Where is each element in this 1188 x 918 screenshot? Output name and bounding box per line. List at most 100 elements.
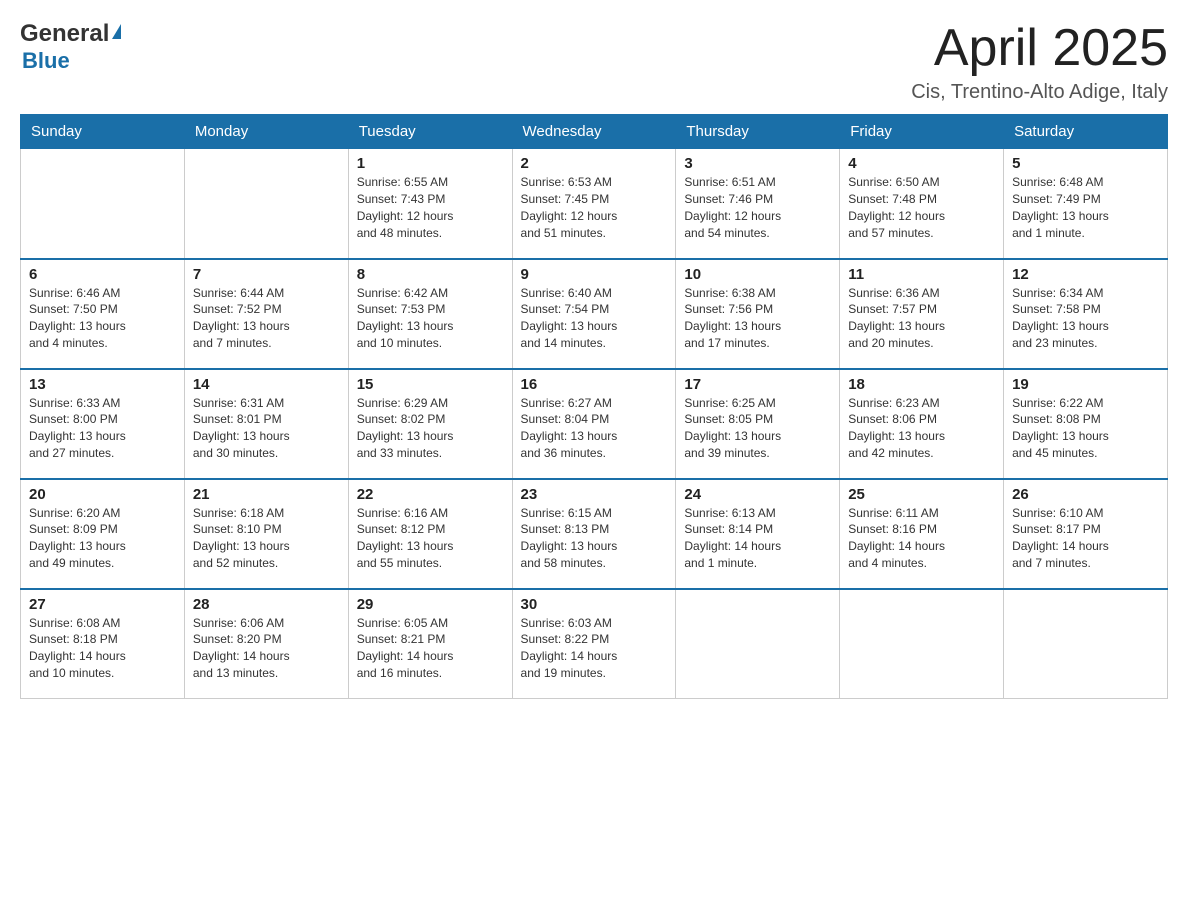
day-info: Sunrise: 6:25 AM Sunset: 8:05 PM Dayligh… <box>684 395 831 462</box>
day-number: 5 <box>1012 155 1159 172</box>
table-row: 28 Sunrise: 6:06 AM Sunset: 8:20 PM Dayli… <box>184 589 348 699</box>
location-title: Cis, Trentino-Alto Adige, Italy <box>911 81 1168 104</box>
week-row-4: 20 Sunrise: 6:20 AM Sunset: 8:09 PM Dayli… <box>21 479 1168 589</box>
day-number: 28 <box>193 596 340 613</box>
day-number: 11 <box>848 266 995 283</box>
day-number: 22 <box>357 486 504 503</box>
day-info: Sunrise: 6:31 AM Sunset: 8:01 PM Dayligh… <box>193 395 340 462</box>
week-row-5: 27 Sunrise: 6:08 AM Sunset: 8:18 PM Dayli… <box>21 589 1168 699</box>
table-row: 26 Sunrise: 6:10 AM Sunset: 8:17 PM Dayli… <box>1004 479 1168 589</box>
day-number: 9 <box>521 266 668 283</box>
page-header: General Blue April 2025 Cis, Trentino-Al… <box>20 20 1168 104</box>
table-row: 10 Sunrise: 6:38 AM Sunset: 7:56 PM Dayli… <box>676 259 840 369</box>
title-section: April 2025 Cis, Trentino-Alto Adige, Ita… <box>911 20 1168 104</box>
table-row: 27 Sunrise: 6:08 AM Sunset: 8:18 PM Dayli… <box>21 589 185 699</box>
table-row: 15Sunrise: 6:29 AM Sunset: 8:02 PM Dayli… <box>348 369 512 479</box>
month-title: April 2025 <box>911 20 1168 77</box>
day-info: Sunrise: 6:05 AM Sunset: 8:21 PM Dayligh… <box>357 615 504 682</box>
table-row: 6Sunrise: 6:46 AM Sunset: 7:50 PM Daylig… <box>21 259 185 369</box>
calendar-header: SundayMondayTuesdayWednesdayThursdayFrid… <box>21 115 1168 149</box>
day-info: Sunrise: 6:20 AM Sunset: 8:09 PM Dayligh… <box>29 505 176 572</box>
week-row-2: 6Sunrise: 6:46 AM Sunset: 7:50 PM Daylig… <box>21 259 1168 369</box>
logo-blue-text: Blue <box>22 48 121 74</box>
header-monday: Monday <box>184 115 348 149</box>
table-row: 2Sunrise: 6:53 AM Sunset: 7:45 PM Daylig… <box>512 149 676 259</box>
day-info: Sunrise: 6:11 AM Sunset: 8:16 PM Dayligh… <box>848 505 995 572</box>
day-number: 21 <box>193 486 340 503</box>
table-row: 4 Sunrise: 6:50 AM Sunset: 7:48 PM Daylig… <box>840 149 1004 259</box>
table-row: 5 Sunrise: 6:48 AM Sunset: 7:49 PM Daylig… <box>1004 149 1168 259</box>
day-info: Sunrise: 6:38 AM Sunset: 7:56 PM Dayligh… <box>684 285 831 352</box>
day-number: 1 <box>357 155 504 172</box>
day-number: 19 <box>1012 376 1159 393</box>
day-number: 7 <box>193 266 340 283</box>
table-row: 3 Sunrise: 6:51 AM Sunset: 7:46 PM Daylig… <box>676 149 840 259</box>
day-info: Sunrise: 6:27 AM Sunset: 8:04 PM Dayligh… <box>521 395 668 462</box>
day-number: 14 <box>193 376 340 393</box>
day-number: 27 <box>29 596 176 613</box>
day-number: 30 <box>521 596 668 613</box>
table-row: 18 Sunrise: 6:23 AM Sunset: 8:06 PM Dayli… <box>840 369 1004 479</box>
table-row: 21 Sunrise: 6:18 AM Sunset: 8:10 PM Dayli… <box>184 479 348 589</box>
day-info: Sunrise: 6:36 AM Sunset: 7:57 PM Dayligh… <box>848 285 995 352</box>
day-number: 25 <box>848 486 995 503</box>
day-info: Sunrise: 6:53 AM Sunset: 7:45 PM Dayligh… <box>521 174 668 241</box>
day-info: Sunrise: 6:10 AM Sunset: 8:17 PM Dayligh… <box>1012 505 1159 572</box>
day-number: 10 <box>684 266 831 283</box>
header-thursday: Thursday <box>676 115 840 149</box>
table-row <box>1004 589 1168 699</box>
day-number: 29 <box>357 596 504 613</box>
day-info: Sunrise: 6:34 AM Sunset: 7:58 PM Dayligh… <box>1012 285 1159 352</box>
calendar-body: 1 Sunrise: 6:55 AM Sunset: 7:43 PM Daylig… <box>21 149 1168 699</box>
day-number: 18 <box>848 376 995 393</box>
day-number: 6 <box>29 266 176 283</box>
table-row: 9Sunrise: 6:40 AM Sunset: 7:54 PM Daylig… <box>512 259 676 369</box>
table-row: 19 Sunrise: 6:22 AM Sunset: 8:08 PM Dayli… <box>1004 369 1168 479</box>
day-number: 23 <box>521 486 668 503</box>
week-row-1: 1 Sunrise: 6:55 AM Sunset: 7:43 PM Daylig… <box>21 149 1168 259</box>
table-row: 29 Sunrise: 6:05 AM Sunset: 8:21 PM Dayli… <box>348 589 512 699</box>
day-info: Sunrise: 6:48 AM Sunset: 7:49 PM Dayligh… <box>1012 174 1159 241</box>
day-info: Sunrise: 6:50 AM Sunset: 7:48 PM Dayligh… <box>848 174 995 241</box>
day-info: Sunrise: 6:51 AM Sunset: 7:46 PM Dayligh… <box>684 174 831 241</box>
day-info: Sunrise: 6:06 AM Sunset: 8:20 PM Dayligh… <box>193 615 340 682</box>
day-info: Sunrise: 6:03 AM Sunset: 8:22 PM Dayligh… <box>521 615 668 682</box>
table-row <box>840 589 1004 699</box>
day-info: Sunrise: 6:15 AM Sunset: 8:13 PM Dayligh… <box>521 505 668 572</box>
calendar-table: SundayMondayTuesdayWednesdayThursdayFrid… <box>20 114 1168 699</box>
header-tuesday: Tuesday <box>348 115 512 149</box>
day-info: Sunrise: 6:18 AM Sunset: 8:10 PM Dayligh… <box>193 505 340 572</box>
header-friday: Friday <box>840 115 1004 149</box>
table-row <box>184 149 348 259</box>
table-row: 25 Sunrise: 6:11 AM Sunset: 8:16 PM Dayli… <box>840 479 1004 589</box>
day-number: 20 <box>29 486 176 503</box>
day-info: Sunrise: 6:23 AM Sunset: 8:06 PM Dayligh… <box>848 395 995 462</box>
table-row: 17 Sunrise: 6:25 AM Sunset: 8:05 PM Dayli… <box>676 369 840 479</box>
day-number: 12 <box>1012 266 1159 283</box>
table-row: 8Sunrise: 6:42 AM Sunset: 7:53 PM Daylig… <box>348 259 512 369</box>
day-info: Sunrise: 6:22 AM Sunset: 8:08 PM Dayligh… <box>1012 395 1159 462</box>
table-row: 7 Sunrise: 6:44 AM Sunset: 7:52 PM Daylig… <box>184 259 348 369</box>
table-row: 20 Sunrise: 6:20 AM Sunset: 8:09 PM Dayli… <box>21 479 185 589</box>
header-sunday: Sunday <box>21 115 185 149</box>
day-info: Sunrise: 6:16 AM Sunset: 8:12 PM Dayligh… <box>357 505 504 572</box>
day-info: Sunrise: 6:13 AM Sunset: 8:14 PM Dayligh… <box>684 505 831 572</box>
day-number: 17 <box>684 376 831 393</box>
table-row: 11 Sunrise: 6:36 AM Sunset: 7:57 PM Dayli… <box>840 259 1004 369</box>
day-info: Sunrise: 6:29 AM Sunset: 8:02 PM Dayligh… <box>357 395 504 462</box>
logo-triangle-icon <box>112 24 121 39</box>
day-info: Sunrise: 6:33 AM Sunset: 8:00 PM Dayligh… <box>29 395 176 462</box>
table-row: 16 Sunrise: 6:27 AM Sunset: 8:04 PM Dayli… <box>512 369 676 479</box>
day-info: Sunrise: 6:55 AM Sunset: 7:43 PM Dayligh… <box>357 174 504 241</box>
day-number: 4 <box>848 155 995 172</box>
table-row: 1 Sunrise: 6:55 AM Sunset: 7:43 PM Daylig… <box>348 149 512 259</box>
day-number: 3 <box>684 155 831 172</box>
day-number: 16 <box>521 376 668 393</box>
logo: General Blue <box>20 20 121 74</box>
table-row: 30 Sunrise: 6:03 AM Sunset: 8:22 PM Dayli… <box>512 589 676 699</box>
day-info: Sunrise: 6:08 AM Sunset: 8:18 PM Dayligh… <box>29 615 176 682</box>
logo-general-text: General <box>20 20 109 48</box>
day-number: 26 <box>1012 486 1159 503</box>
table-row: 22 Sunrise: 6:16 AM Sunset: 8:12 PM Dayli… <box>348 479 512 589</box>
day-info: Sunrise: 6:44 AM Sunset: 7:52 PM Dayligh… <box>193 285 340 352</box>
